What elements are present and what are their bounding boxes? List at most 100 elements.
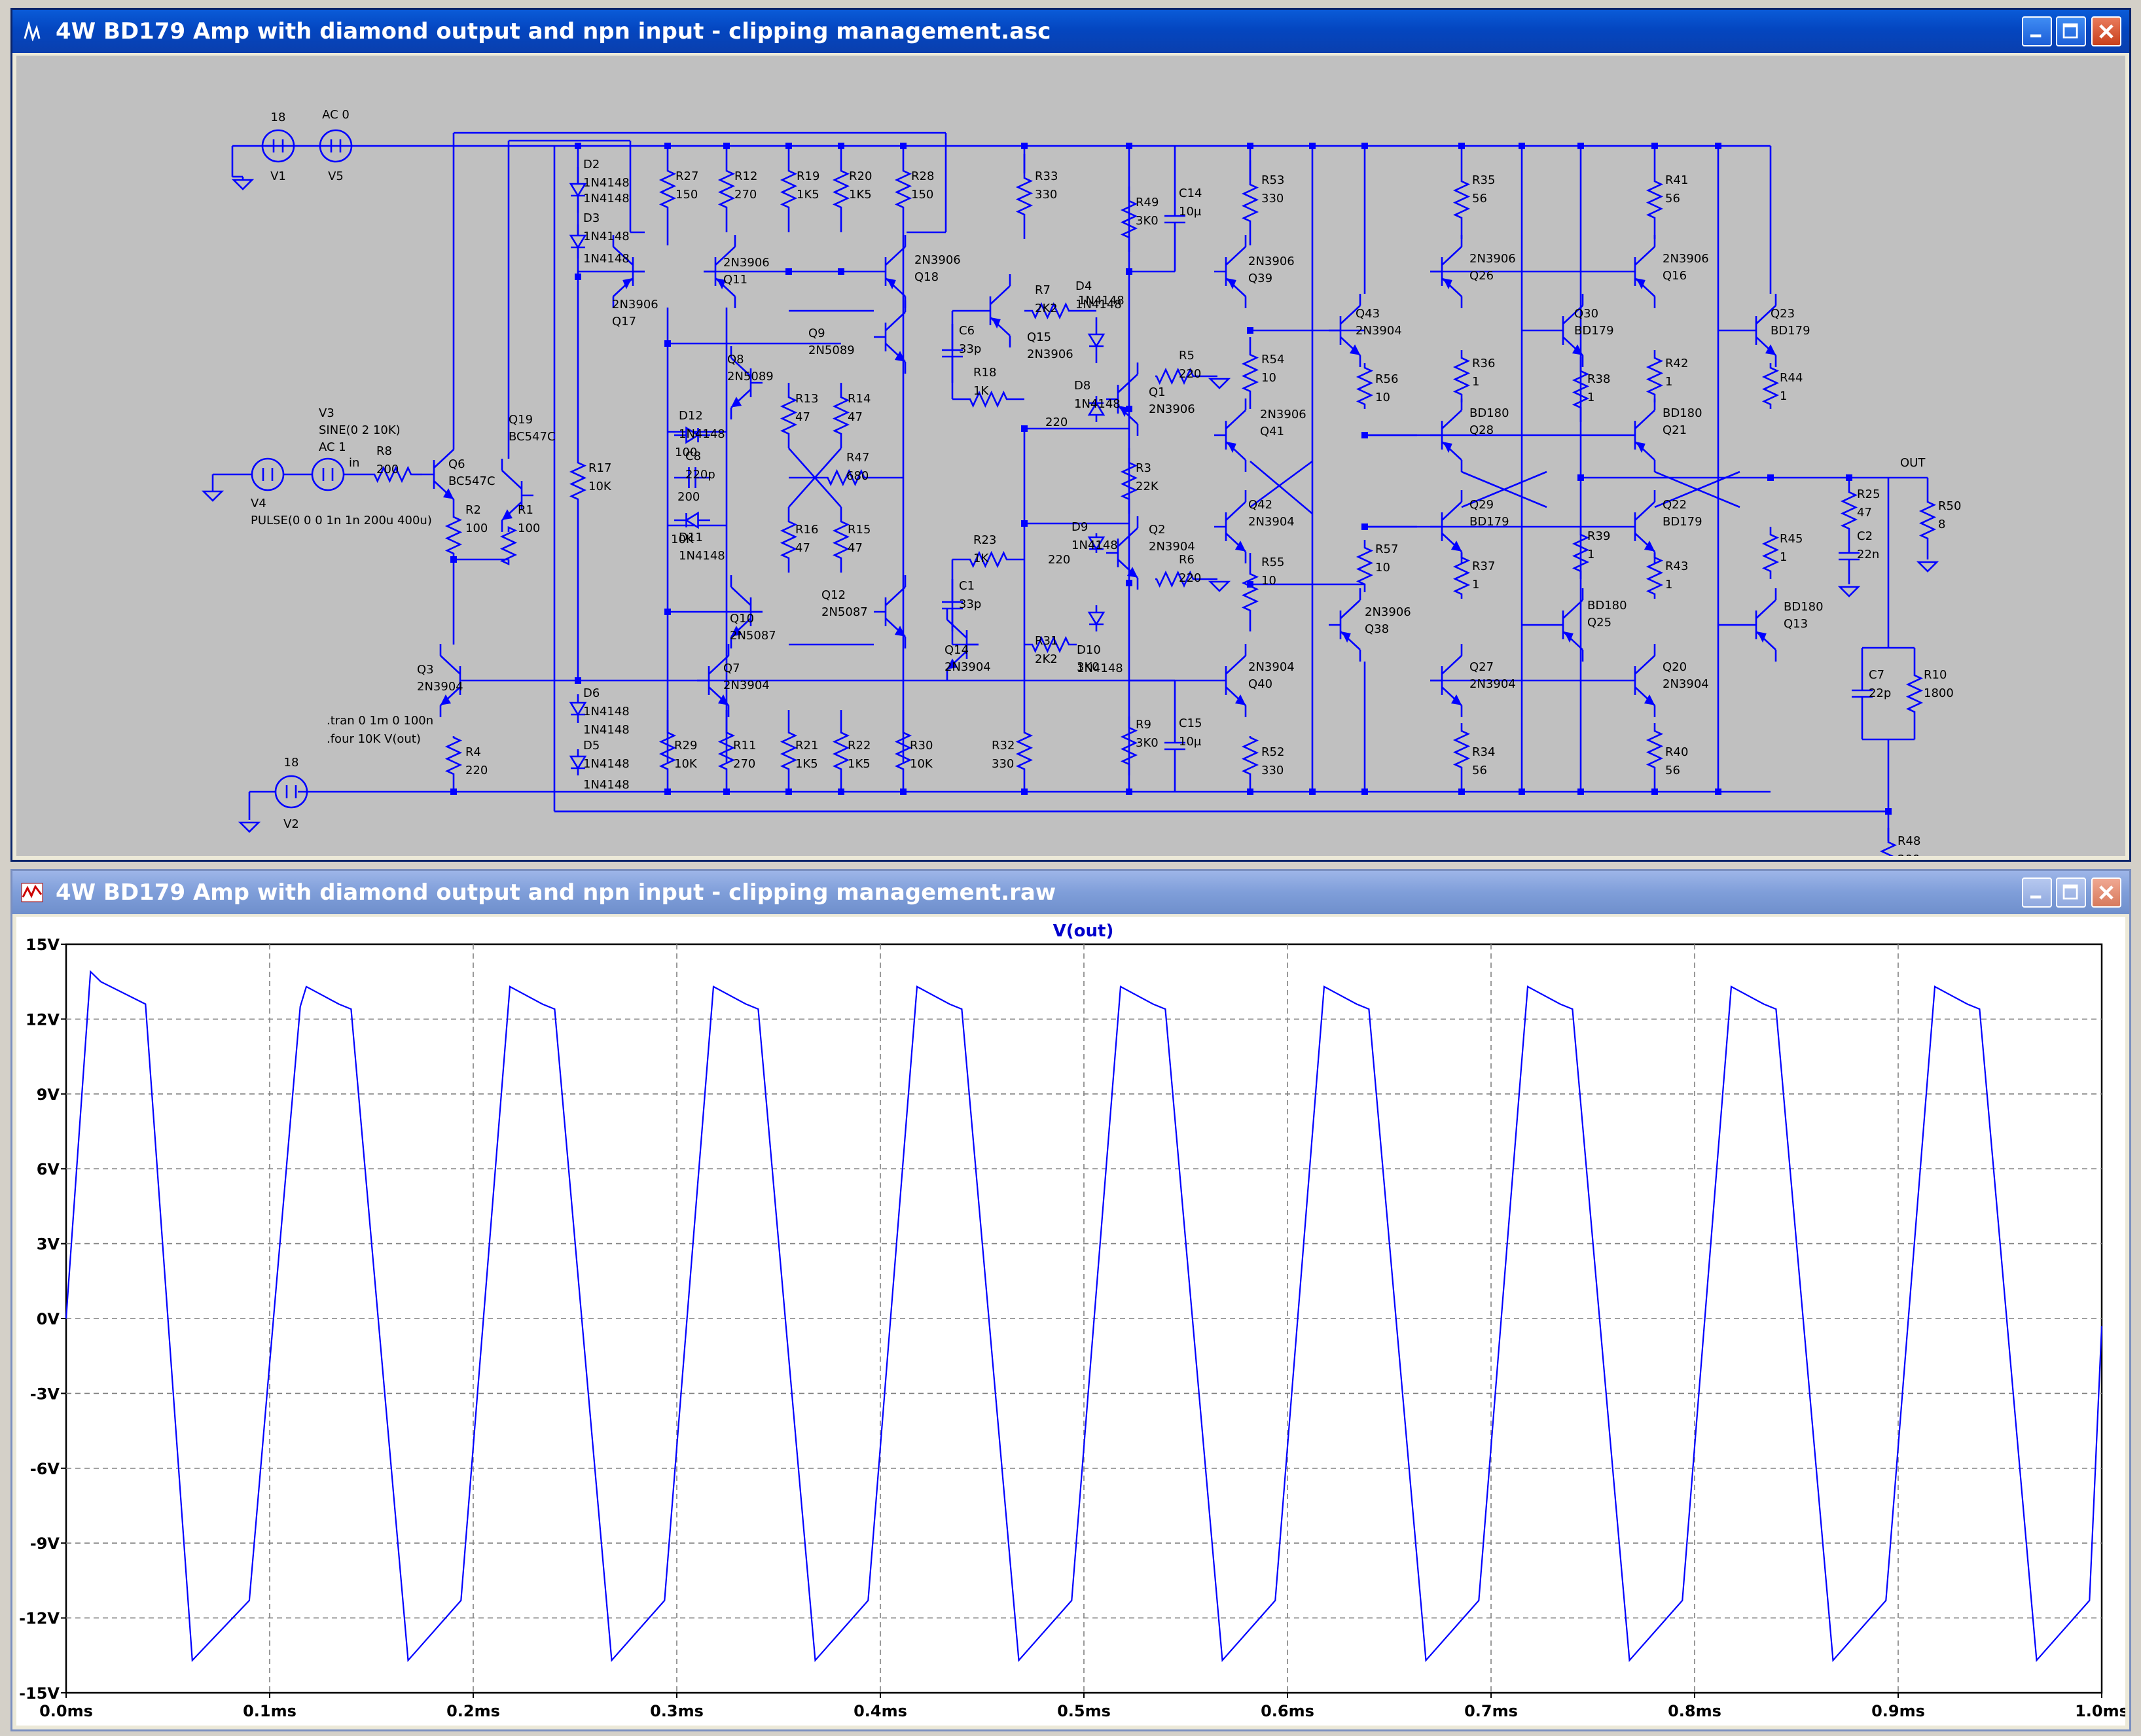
transistor-Q2[interactable] [1106, 516, 1139, 590]
component-value: 270 [734, 188, 757, 202]
waveform-maximize-button[interactable] [2056, 877, 2086, 908]
resistor-R27[interactable] [658, 146, 677, 232]
component-value: 1 [1472, 578, 1479, 592]
transistor-Q12[interactable] [874, 575, 907, 648]
resistor-R34[interactable] [1452, 723, 1471, 775]
resistor-R50[interactable] [1918, 487, 1937, 553]
resistor-R44[interactable] [1761, 363, 1780, 409]
component-value: 3K0 [1136, 214, 1159, 228]
voltage-source-V4[interactable] [251, 457, 285, 491]
resistor-R15[interactable] [832, 507, 850, 573]
transistor-Q42[interactable] [1214, 490, 1247, 563]
transistor-Q16[interactable] [1623, 235, 1656, 308]
x-tick-label: 0.9ms [1871, 1702, 1925, 1720]
v3-ref: V3 [319, 406, 334, 420]
minimize-button[interactable] [2022, 16, 2052, 46]
resistor-R19[interactable] [780, 146, 798, 232]
y-tick-label: -15V [19, 1684, 60, 1703]
schematic-window-title: 4W BD179 Amp with diamond output and npn… [56, 18, 1051, 44]
component-value: 1N4148 [583, 176, 630, 190]
resistor-R35[interactable] [1452, 160, 1471, 239]
waveform-plot-area[interactable]: V(out) 15V 12V 9V 6V 3V 0V -3V -6V -9V -12V -15V 0.… [16, 917, 2129, 1726]
diode-D10[interactable] [1087, 605, 1106, 631]
resistor-R20[interactable] [832, 146, 850, 232]
resistor-R30[interactable] [894, 710, 912, 792]
diode-D4[interactable] [1087, 317, 1106, 363]
diode-D2[interactable] [569, 167, 587, 213]
resistor-R45[interactable] [1761, 527, 1780, 579]
resistor-R3[interactable] [1120, 448, 1138, 514]
transistor-Q39[interactable] [1214, 235, 1247, 308]
transistor-Q13[interactable] [1744, 588, 1777, 662]
transistor-Q15[interactable] [979, 274, 1011, 347]
transistor-Q20[interactable] [1623, 644, 1656, 717]
schematic-window[interactable]: 4W BD179 Amp with diamond output and npn… [10, 8, 2131, 893]
resistor-R36[interactable] [1452, 350, 1471, 402]
maximize-button[interactable] [2056, 16, 2086, 46]
v4-ref: V4 [251, 497, 266, 510]
schematic-titlebar[interactable]: 4W BD179 Amp with diamond output and npn… [12, 10, 2129, 53]
resistor-R12[interactable] [717, 146, 736, 232]
component-value: 1800 [1924, 686, 1954, 700]
resistor-R14[interactable] [832, 383, 850, 448]
transistor-ref: Q15 [1027, 330, 1051, 344]
waveform-window[interactable]: 4W BD179 Amp with diamond output and npn… [10, 869, 2131, 1731]
waveform-close-button[interactable] [2091, 877, 2121, 908]
component-value: 56 [1472, 764, 1487, 777]
ground-icon [238, 821, 261, 833]
transistor-Q41[interactable] [1214, 399, 1247, 472]
transistor-Q9[interactable] [874, 300, 907, 374]
resistor-R29[interactable] [658, 710, 677, 792]
resistor-R11[interactable] [717, 710, 736, 792]
v5-ref: V5 [328, 169, 344, 183]
resistor-R28[interactable] [894, 146, 912, 232]
resistor-R1[interactable] [499, 525, 518, 566]
resistor-R4[interactable] [444, 736, 463, 775]
component-ref: R57 [1375, 542, 1398, 556]
resistor-R16[interactable] [780, 507, 798, 573]
d11-value: 10K [671, 533, 694, 546]
net-label-in: in [349, 456, 359, 470]
component-ref: R34 [1472, 745, 1495, 759]
resistor-R52[interactable] [1241, 736, 1259, 775]
transistor-Q21[interactable] [1623, 399, 1656, 472]
resistor-R2[interactable] [444, 511, 463, 559]
resistor-R32[interactable] [1015, 710, 1034, 792]
transistor-Q25[interactable] [1551, 588, 1584, 662]
transistor-Q18[interactable] [874, 235, 907, 308]
resistor-R39[interactable] [1572, 527, 1590, 579]
resistor-R13[interactable] [780, 383, 798, 448]
waveform-minimize-button[interactable] [2022, 877, 2052, 908]
resistor-R25[interactable] [1840, 487, 1858, 533]
resistor-R21[interactable] [780, 710, 798, 792]
schematic-canvas[interactable]: 18 V1 AC 0 V5 18 V2 R8 200 V3 SINE(0 2 10K) AC 1 V4… [16, 56, 2125, 893]
trace-title[interactable]: V(out) [1053, 921, 1114, 941]
resistor-R55[interactable] [1241, 553, 1259, 631]
component-ref: R33 [1035, 169, 1058, 183]
component-value: 100 [518, 522, 540, 535]
resistor-R38[interactable] [1572, 357, 1590, 422]
resistor-R49[interactable] [1120, 186, 1138, 252]
close-button[interactable] [2091, 16, 2121, 46]
voltage-source-V3[interactable] [311, 457, 345, 491]
resistor-R53[interactable] [1241, 160, 1259, 245]
resistor-R33[interactable] [1015, 154, 1034, 239]
resistor-R17[interactable] [569, 448, 587, 514]
waveform-titlebar[interactable]: 4W BD179 Amp with diamond output and npn… [12, 871, 2129, 914]
transistor-Q22[interactable] [1623, 490, 1656, 563]
resistor-R42[interactable] [1646, 350, 1664, 402]
resistor-R10[interactable] [1905, 648, 1924, 739]
transistor-Q40[interactable] [1214, 644, 1247, 717]
resistor-R40[interactable] [1646, 723, 1664, 775]
component-value: 1 [1665, 578, 1672, 592]
resistor-R48[interactable] [1879, 828, 1898, 893]
resistor-R41[interactable] [1646, 160, 1664, 239]
resistor-R54[interactable] [1241, 337, 1259, 409]
y-tick-label: 9V [37, 1086, 60, 1104]
transistor-Q38[interactable] [1329, 588, 1361, 662]
transistor-ref: Q13 [1784, 617, 1808, 631]
resistor-R9[interactable] [1120, 717, 1138, 775]
resistor-R56[interactable] [1356, 363, 1374, 409]
transistor-ref: Q42 [1248, 498, 1272, 512]
resistor-R22[interactable] [832, 710, 850, 792]
